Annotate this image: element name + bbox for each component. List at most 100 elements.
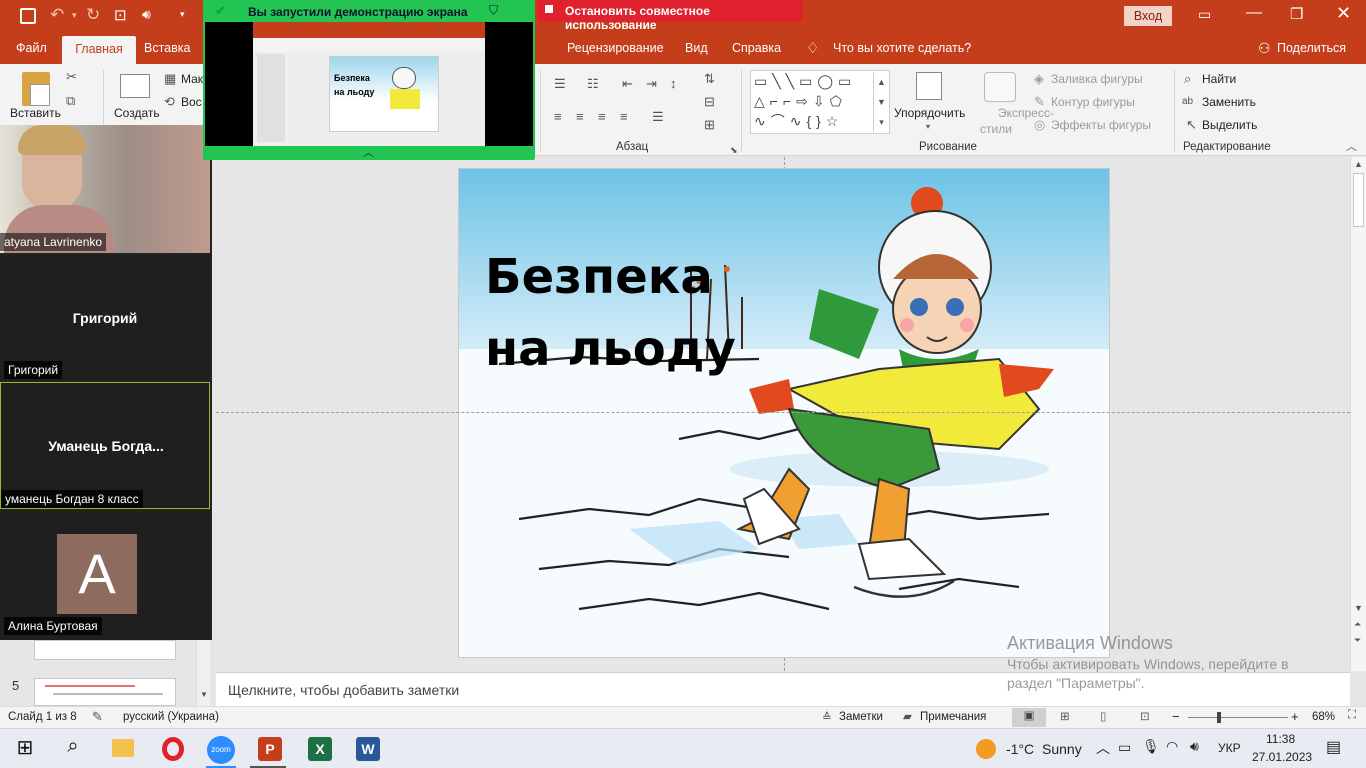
scroll-down-icon[interactable]: ▼ [1354, 603, 1363, 613]
excel-icon[interactable]: X [304, 735, 334, 763]
battery-icon[interactable]: ▭ [1118, 739, 1131, 756]
slide-title[interactable]: Безпека на льоду [485, 241, 736, 385]
zoom-app-icon[interactable]: zoom [206, 735, 236, 764]
microphone-icon[interactable]: 🎙︎ [1142, 738, 1160, 755]
line-spacing-icon[interactable]: ↕ [670, 77, 677, 91]
zoom-level[interactable]: 68% [1312, 711, 1335, 723]
redo-icon[interactable]: ↻ [86, 5, 100, 25]
layout-icon[interactable]: ▦ [164, 72, 176, 86]
slideshow-icon[interactable]: ⊡ [1140, 709, 1150, 723]
columns-icon[interactable]: ☰ [652, 110, 664, 124]
bullets-icon[interactable]: ☰ [554, 77, 566, 91]
shape-outline-button[interactable]: Контур фигуры [1051, 95, 1135, 109]
comments-button[interactable]: Примечания [920, 711, 986, 723]
paste-button[interactable]: Вставить [10, 106, 61, 120]
clock-time[interactable]: 11:38 [1266, 732, 1295, 746]
reset-icon[interactable]: ⟲ [164, 95, 175, 109]
slide-thumbnail-4[interactable] [34, 640, 176, 660]
opera-icon[interactable] [158, 735, 188, 763]
quick-styles-icon[interactable] [984, 72, 1016, 102]
windows-start-icon[interactable]: ⊞ [10, 735, 40, 763]
quick-styles-button[interactable]: Экспресс- [998, 106, 1054, 120]
find-button[interactable]: Найти [1202, 72, 1236, 86]
spelling-icon[interactable]: ✎ [92, 709, 103, 725]
gallery-more-icon[interactable]: ▲ ▼ ▾ [873, 72, 889, 132]
tab-file[interactable]: Файл [16, 41, 47, 55]
align-left-icon[interactable]: ≡ [554, 110, 562, 124]
fit-slide-icon[interactable]: ⛶ [1348, 709, 1356, 722]
cut-icon[interactable]: ✂ [66, 70, 77, 84]
scroll-down-icon[interactable]: ▼ [200, 690, 208, 699]
numbering-icon[interactable]: ☷ [587, 77, 599, 91]
justify-icon[interactable]: ≡ [620, 110, 628, 124]
close-icon[interactable]: ✕ [1336, 3, 1351, 24]
undo-icon[interactable]: ↶ [50, 5, 64, 25]
tab-home[interactable]: Главная [62, 36, 136, 64]
notes-placeholder[interactable]: Щелкните, чтобы добавить заметки [228, 682, 459, 698]
arrange-icon[interactable] [916, 72, 942, 100]
input-language[interactable]: УКР [1218, 741, 1241, 755]
customize-icon[interactable]: ▾ [180, 9, 185, 20]
copy-icon[interactable]: ⧉ [66, 94, 75, 108]
chevron-down-icon[interactable]: ▾ [72, 10, 77, 21]
text-direction-icon[interactable]: ⇅ [704, 72, 715, 86]
replace-button[interactable]: Заменить [1202, 95, 1256, 109]
chevron-up-icon[interactable]: ︿ [1096, 738, 1110, 758]
decrease-indent-icon[interactable]: ⇤ [622, 77, 633, 91]
reading-view-icon[interactable]: ▯ [1100, 709, 1106, 723]
ribbon-display-icon[interactable]: ▭ [1198, 6, 1211, 23]
login-button[interactable]: Вход [1124, 6, 1172, 26]
align-right-icon[interactable]: ≡ [598, 110, 606, 124]
scroll-up-icon[interactable]: ▲ [1354, 159, 1363, 169]
thumbnail-pane[interactable]: 5 ▼ [0, 640, 212, 706]
tab-help[interactable]: Справка [732, 41, 781, 55]
replace-icon[interactable]: ab [1182, 95, 1193, 109]
minimize-icon[interactable]: — [1246, 4, 1262, 22]
align-center-icon[interactable]: ≡ [576, 110, 584, 124]
slide-sorter-icon[interactable]: ⊞ [1060, 709, 1070, 723]
layout-button[interactable]: Мак [181, 72, 203, 86]
arrange-button[interactable]: Упорядочить [894, 106, 965, 120]
outline-pen-icon[interactable]: ✎ [1034, 95, 1045, 109]
cursor-icon[interactable]: ↖ [1186, 118, 1197, 132]
sun-icon[interactable] [976, 739, 996, 759]
save-icon[interactable] [20, 8, 36, 24]
new-slide-icon[interactable] [120, 74, 150, 98]
collapse-ribbon-icon[interactable]: ︿ [1346, 140, 1357, 154]
shape-fill-button[interactable]: Заливка фигуры [1051, 72, 1143, 86]
present-icon[interactable]: ⊡ [114, 6, 127, 24]
increase-indent-icon[interactable]: ⇥ [646, 77, 657, 91]
weather-temperature[interactable]: -1°C [1006, 741, 1034, 757]
participant-tile-active[interactable]: Уманець Богда... уманець Богдан 8 класс [0, 382, 210, 509]
reset-button[interactable]: Вос [181, 95, 202, 109]
scroll-thumb[interactable] [1353, 173, 1364, 227]
file-explorer-icon[interactable] [108, 735, 138, 763]
thumbnail-scrollbar[interactable]: ▼ [196, 640, 210, 706]
zoom-in-button[interactable]: + [1291, 709, 1299, 724]
smartart-icon[interactable]: ⊞ [704, 118, 715, 132]
language-indicator[interactable]: русский (Украина) [123, 711, 219, 723]
normal-view-button[interactable]: ▣ [1012, 708, 1046, 727]
search-icon[interactable]: ⌕ [58, 735, 88, 763]
dialog-launcher-icon[interactable]: ⬊ [730, 143, 738, 157]
volume-icon[interactable]: 🔊︎ [1190, 738, 1199, 755]
slide-thumbnail-5[interactable] [34, 678, 176, 706]
word-icon[interactable]: W [352, 735, 382, 763]
collapse-chevron-icon[interactable]: ︿ [363, 144, 374, 160]
tab-insert[interactable]: Вставка [144, 41, 190, 55]
powerpoint-icon[interactable]: P [254, 735, 284, 763]
search-icon[interactable]: ⌕ [1184, 72, 1191, 86]
participant-tile-video[interactable]: atyana Lavrinenko [0, 125, 210, 253]
restore-icon[interactable]: ❐ [1290, 5, 1303, 23]
prev-slide-icon[interactable]: ⏶ [1354, 619, 1361, 630]
align-text-icon[interactable]: ⊟ [704, 95, 715, 109]
zoom-out-button[interactable]: − [1172, 709, 1180, 724]
effects-icon[interactable]: ◎ [1034, 118, 1045, 132]
participant-tile[interactable]: Григорий Григорий [0, 255, 210, 381]
next-slide-icon[interactable]: ⏷ [1354, 635, 1361, 646]
zoom-slider[interactable] [1188, 717, 1288, 718]
tab-review[interactable]: Рецензирование [567, 41, 664, 55]
weather-condition[interactable]: Sunny [1042, 741, 1082, 757]
fill-bucket-icon[interactable]: ◈ [1034, 72, 1044, 86]
tab-view[interactable]: Вид [685, 41, 708, 55]
